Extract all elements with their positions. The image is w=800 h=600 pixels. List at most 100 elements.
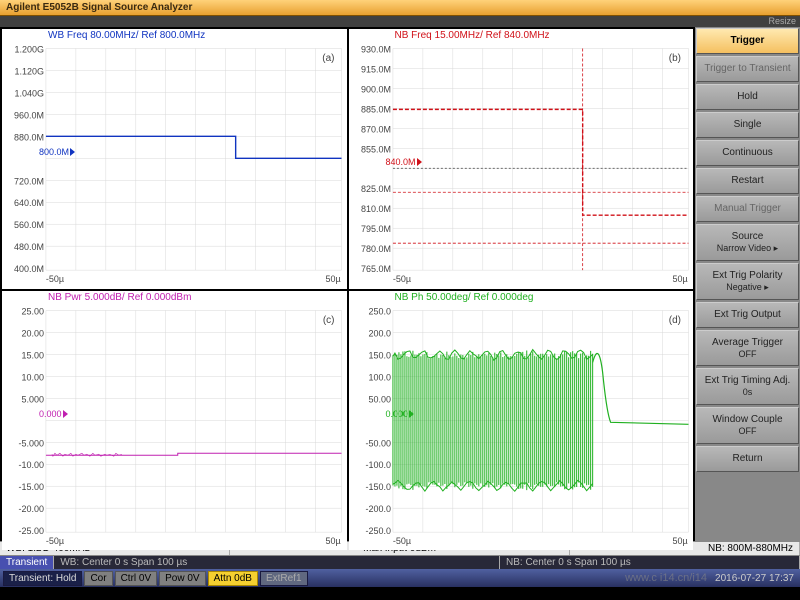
- svg-text:885.0M: 885.0M: [361, 104, 391, 114]
- status-mode: Transient: [0, 556, 54, 569]
- title-bar: Agilent E5052B Signal Source Analyzer: [0, 0, 800, 16]
- panel-nb-freq[interactable]: NB Freq 15.00MHz/ Ref 840.0MHz (b) 840.0…: [349, 29, 694, 289]
- ref-arrow-icon: [417, 158, 422, 166]
- svg-text:795.0M: 795.0M: [361, 224, 391, 234]
- status-row-2: Transient WB: Center 0 s Span 100 µs NB:…: [0, 555, 800, 569]
- svg-text:15.00: 15.00: [21, 350, 43, 360]
- sidebar-btn-ext-trig-polarity[interactable]: Ext Trig PolarityNegative ▸: [696, 263, 799, 300]
- panel-wb-freq[interactable]: WB Freq 80.00MHz/ Ref 800.0MHz (a) 800.0…: [2, 29, 347, 289]
- ref-arrow-icon: [63, 410, 68, 418]
- bottombar-ctrl-0v[interactable]: Ctrl 0V: [115, 571, 158, 586]
- svg-text:-50µ: -50µ: [392, 274, 410, 284]
- svg-text:50µ: 50µ: [672, 536, 687, 546]
- panel-a-title: WB Freq 80.00MHz/ Ref 800.0MHz: [48, 30, 205, 41]
- svg-text:855.0M: 855.0M: [361, 144, 391, 154]
- sidebar-btn-hold[interactable]: Hold: [696, 84, 799, 110]
- bottom-bar: Transient: HoldCorCtrl 0VPow 0VAttn 0dBE…: [0, 569, 800, 587]
- panel-c-letter: (c): [323, 315, 335, 326]
- svg-text:50µ: 50µ: [672, 274, 687, 284]
- svg-text:-150.0: -150.0: [365, 482, 390, 492]
- sidebar-btn-trigger-to-transient[interactable]: Trigger to Transient: [696, 56, 799, 82]
- sidebar: TriggerTrigger to TransientHoldSingleCon…: [695, 27, 800, 541]
- svg-text:-50µ: -50µ: [392, 536, 410, 546]
- svg-text:-10.00: -10.00: [19, 460, 44, 470]
- ref-arrow-icon: [409, 410, 414, 418]
- svg-text:25.00: 25.00: [21, 306, 43, 316]
- sidebar-btn-trigger[interactable]: Trigger: [696, 28, 799, 54]
- svg-text:-250.0: -250.0: [365, 526, 390, 536]
- svg-text:640.0M: 640.0M: [14, 198, 44, 208]
- plot-area: WB Freq 80.00MHz/ Ref 800.0MHz (a) 800.0…: [0, 27, 695, 541]
- svg-text:200.0: 200.0: [368, 328, 390, 338]
- panel-b-title: NB Freq 15.00MHz/ Ref 840.0MHz: [395, 30, 550, 41]
- svg-text:560.0M: 560.0M: [14, 220, 44, 230]
- svg-text:1.120G: 1.120G: [15, 66, 44, 76]
- sidebar-btn-ext-trig-timing-adj-[interactable]: Ext Trig Timing Adj.0s: [696, 368, 799, 405]
- svg-text:50µ: 50µ: [326, 536, 341, 546]
- svg-text:-50µ: -50µ: [46, 274, 64, 284]
- sidebar-btn-average-trigger[interactable]: Average TriggerOFF: [696, 330, 799, 367]
- panel-c-title: NB Pwr 5.000dB/ Ref 0.000dBm: [48, 292, 191, 303]
- svg-text:825.0M: 825.0M: [361, 184, 391, 194]
- panel-b-ref: 840.0M: [386, 157, 422, 167]
- svg-text:960.0M: 960.0M: [14, 110, 44, 120]
- sidebar-btn-single[interactable]: Single: [696, 112, 799, 138]
- timestamp: 2016-07-27 17:37: [711, 573, 798, 584]
- svg-text:-100.0: -100.0: [365, 460, 390, 470]
- svg-text:50.00: 50.00: [368, 394, 390, 404]
- status-wb-span: WB: Center 0 s Span 100 µs: [54, 556, 500, 569]
- svg-text:-50µ: -50µ: [46, 536, 64, 546]
- svg-text:480.0M: 480.0M: [14, 242, 44, 252]
- bottombar-cor[interactable]: Cor: [84, 571, 112, 586]
- panel-d-letter: (d): [669, 315, 681, 326]
- sidebar-btn-source[interactable]: SourceNarrow Video ▸: [696, 224, 799, 261]
- sidebar-btn-return[interactable]: Return: [696, 446, 799, 472]
- svg-text:780.0M: 780.0M: [361, 244, 391, 254]
- svg-text:880.0M: 880.0M: [14, 132, 44, 142]
- svg-text:-25.00: -25.00: [19, 526, 44, 536]
- sidebar-btn-manual-trigger[interactable]: Manual Trigger: [696, 196, 799, 222]
- svg-text:1.200G: 1.200G: [15, 44, 44, 54]
- svg-text:250.0: 250.0: [368, 306, 390, 316]
- panel-b-letter: (b): [669, 53, 681, 64]
- sidebar-btn-continuous[interactable]: Continuous: [696, 140, 799, 166]
- ref-arrow-icon: [70, 148, 75, 156]
- bottombar-attn-0db[interactable]: Attn 0dB: [208, 571, 258, 586]
- svg-text:900.0M: 900.0M: [361, 84, 391, 94]
- bottombar-transient-hold[interactable]: Transient: Hold: [3, 571, 82, 586]
- bottombar-extref1[interactable]: ExtRef1: [260, 571, 308, 586]
- panel-nb-ph[interactable]: NB Ph 50.00deg/ Ref 0.000deg (d) 0.000 2…: [349, 291, 694, 551]
- watermark: www.c i14.cn/i14: [625, 572, 707, 584]
- panel-d-title: NB Ph 50.00deg/ Ref 0.000deg: [395, 292, 534, 303]
- chart-d: 250.0 200.0 150.0 100.0 50.00 -50.00 -100.0 -15…: [349, 291, 694, 551]
- status-nb-span: NB: Center 0 s Span 100 µs: [500, 556, 800, 569]
- svg-text:-200.0: -200.0: [365, 504, 390, 514]
- sidebar-btn-restart[interactable]: Restart: [696, 168, 799, 194]
- svg-text:50µ: 50µ: [326, 274, 341, 284]
- svg-text:5.000: 5.000: [21, 394, 43, 404]
- svg-text:930.0M: 930.0M: [361, 44, 391, 54]
- svg-text:1.040G: 1.040G: [15, 88, 44, 98]
- svg-text:400.0M: 400.0M: [14, 264, 44, 274]
- resize-bar[interactable]: Resize: [0, 16, 800, 27]
- sidebar-btn-window-couple[interactable]: Window CoupleOFF: [696, 407, 799, 444]
- panel-nb-pwr[interactable]: NB Pwr 5.000dB/ Ref 0.000dBm (c) 0.000 2…: [2, 291, 347, 551]
- sidebar-btn-ext-trig-output[interactable]: Ext Trig Output: [696, 302, 799, 328]
- panel-d-ref: 0.000: [386, 409, 415, 419]
- panel-a-ref: 800.0M: [39, 147, 75, 157]
- svg-text:870.0M: 870.0M: [361, 124, 391, 134]
- chart-c: 25.0020.0015.0010.005.000-5.000-10.00-15…: [2, 291, 347, 551]
- svg-text:100.0: 100.0: [368, 372, 390, 382]
- panel-a-letter: (a): [322, 53, 334, 64]
- svg-text:720.0M: 720.0M: [14, 176, 44, 186]
- bottombar-pow-0v[interactable]: Pow 0V: [159, 571, 205, 586]
- svg-text:150.0: 150.0: [368, 350, 390, 360]
- resize-label: Resize: [768, 16, 796, 26]
- panel-c-ref: 0.000: [39, 409, 68, 419]
- svg-text:10.00: 10.00: [21, 372, 43, 382]
- svg-text:915.0M: 915.0M: [361, 64, 391, 74]
- svg-text:20.00: 20.00: [21, 328, 43, 338]
- svg-text:-15.00: -15.00: [19, 482, 44, 492]
- chart-a: 1.200G 1.120G 1.040G 960.0M 880.0M 720.0M 640.…: [2, 29, 347, 289]
- svg-text:-50.00: -50.00: [365, 438, 390, 448]
